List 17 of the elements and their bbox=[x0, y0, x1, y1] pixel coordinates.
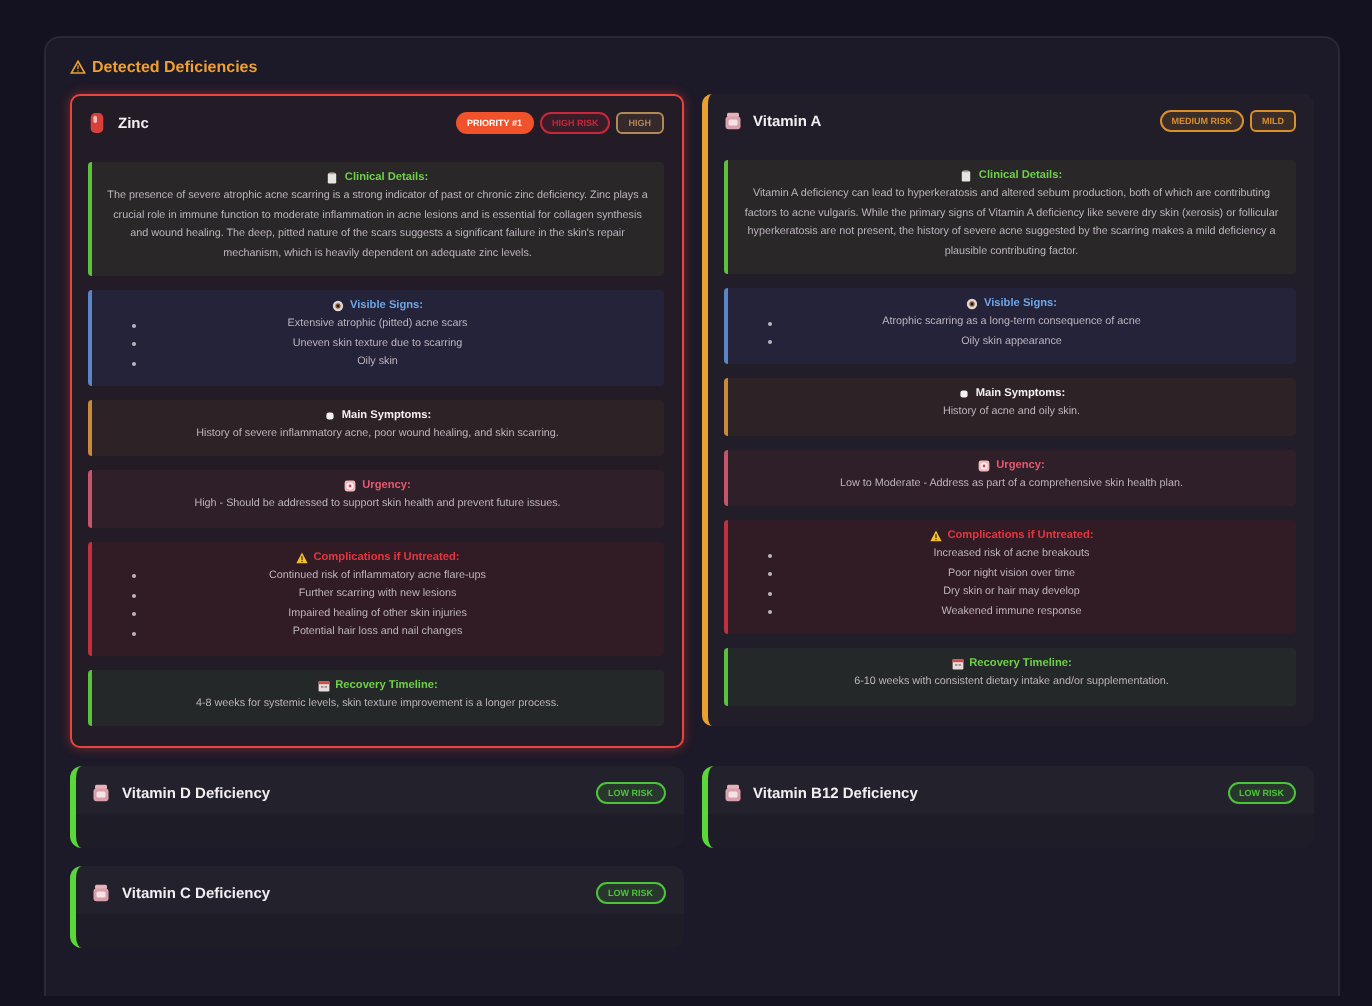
alarm-icon bbox=[978, 459, 991, 471]
bottle-icon bbox=[92, 782, 110, 804]
eye-icon bbox=[965, 298, 978, 310]
bottle-icon bbox=[92, 882, 110, 904]
calendar-icon bbox=[317, 679, 330, 691]
calendar-icon bbox=[951, 658, 964, 670]
eye-icon bbox=[331, 300, 344, 312]
bottle-icon bbox=[723, 110, 741, 132]
warning-icon bbox=[295, 551, 308, 563]
bottle-icon bbox=[723, 782, 741, 804]
alarm-icon bbox=[344, 480, 357, 492]
section-heading: Detected Deficiencies bbox=[92, 58, 258, 76]
warning-icon bbox=[929, 530, 942, 542]
clipboard-icon bbox=[960, 170, 973, 182]
pill-icon bbox=[88, 112, 106, 134]
clipboard-icon bbox=[326, 172, 339, 184]
warning-icon bbox=[70, 60, 86, 74]
